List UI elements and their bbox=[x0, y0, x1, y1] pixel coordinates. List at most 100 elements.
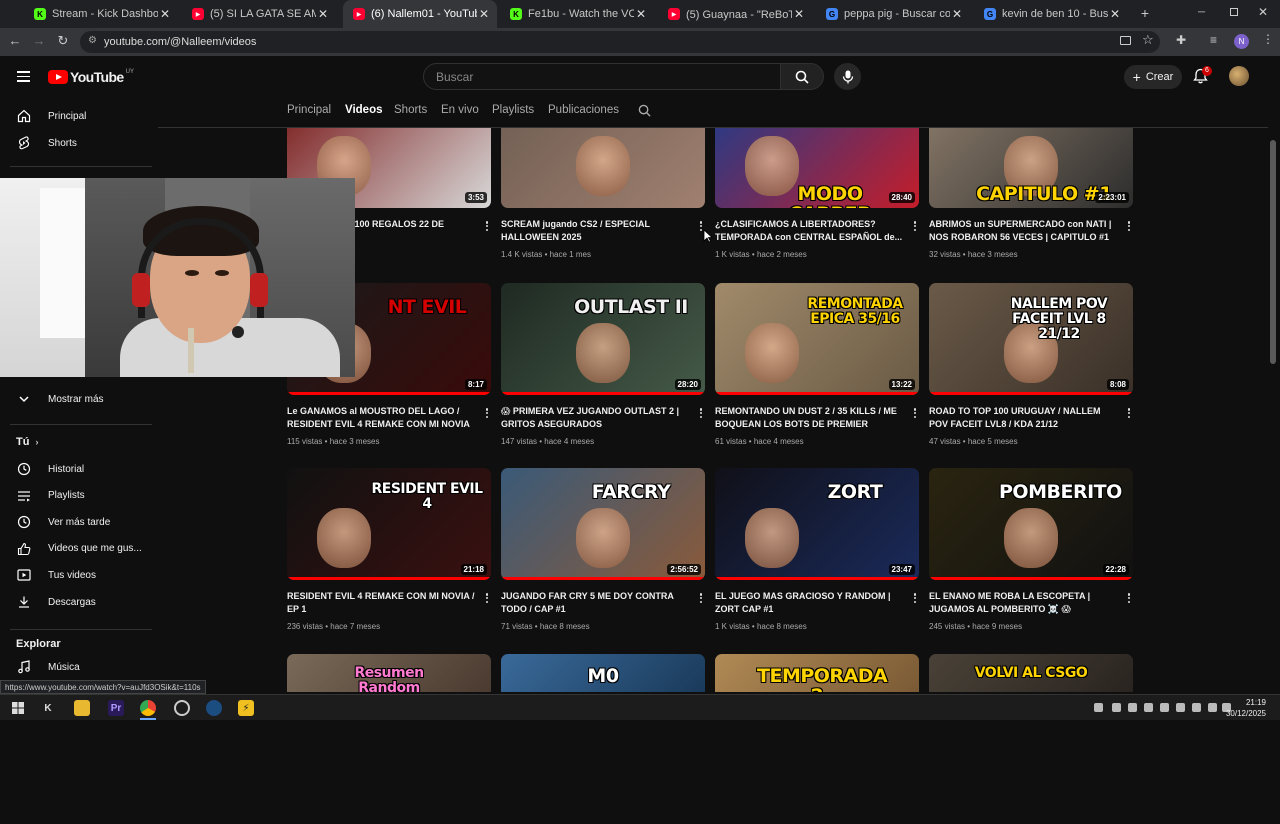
tray-icon[interactable] bbox=[1176, 703, 1185, 712]
video-more-options-icon[interactable] bbox=[1125, 220, 1133, 232]
video-thumbnail[interactable]: MODO CARRER 28:40 bbox=[715, 128, 919, 208]
video-thumbnail[interactable]: RESIDENT EVIL 4 21:18 bbox=[287, 468, 491, 580]
video-card[interactable]: OUTLAST II 28:20 😱 PRIMERA VEZ JUGANDO OUT… bbox=[501, 283, 705, 453]
tray-icon[interactable] bbox=[1144, 703, 1153, 712]
tab-close-icon[interactable]: ✕ bbox=[950, 7, 964, 21]
windows-start-icon[interactable] bbox=[10, 700, 26, 716]
page-scrollbar[interactable] bbox=[1270, 140, 1276, 364]
browser-tab[interactable]: Gkevin de ben 10 - Buscar con G✕ bbox=[974, 0, 1128, 28]
video-card[interactable]: CAPITULO #1 2:23:01 ABRIMOS un SUPERMERCAD… bbox=[929, 128, 1133, 266]
tray-icon[interactable] bbox=[1128, 703, 1137, 712]
wifi-icon[interactable] bbox=[1208, 703, 1217, 712]
browser-tab[interactable]: ▶ (5) Guaynaa - "ReBoTa" 🧡 - Yo✕ bbox=[658, 0, 812, 28]
video-thumbnail[interactable]: OUTLAST II 28:20 bbox=[501, 283, 705, 395]
video-thumbnail[interactable]: CAPITULO #1 2:23:01 bbox=[929, 128, 1133, 208]
chrome-icon[interactable] bbox=[140, 700, 156, 716]
tray-icon[interactable] bbox=[1192, 703, 1201, 712]
youtube-logo[interactable]: YouTube UY bbox=[48, 69, 134, 85]
tab-close-icon[interactable]: ✕ bbox=[316, 7, 330, 21]
video-thumbnail[interactable]: TEMPORADA 2 bbox=[715, 654, 919, 692]
browser-tab[interactable]: K Stream - Kick Dashboard✕ bbox=[24, 0, 178, 28]
channel-search-icon[interactable] bbox=[638, 104, 651, 122]
video-card[interactable]: VOLVI AL CSGO bbox=[929, 654, 1133, 692]
video-thumbnail[interactable]: NALLEM POV FACEIT LVL 8 21/12 8:08 bbox=[929, 283, 1133, 395]
video-card[interactable]: POMBERITO 22:28 EL ENANO ME ROBA LA ESCOPE… bbox=[929, 468, 1133, 638]
obs-icon[interactable] bbox=[174, 700, 190, 716]
close-window-icon[interactable]: ✕ bbox=[1258, 5, 1268, 19]
video-title[interactable]: JUGANDO FAR CRY 5 ME DOY CONTRA TODO / C… bbox=[501, 590, 689, 616]
video-more-options-icon[interactable] bbox=[1125, 592, 1133, 604]
video-thumbnail[interactable]: FARCRY 2:56:52 bbox=[501, 468, 705, 580]
video-more-options-icon[interactable] bbox=[1125, 407, 1133, 419]
video-card[interactable]: M0 bbox=[501, 654, 705, 692]
tray-icon[interactable] bbox=[1112, 703, 1121, 712]
search-input[interactable]: Buscar bbox=[423, 63, 781, 90]
video-title[interactable]: ¿CLASIFICAMOS A LIBERTADORES? TEMPORADA … bbox=[715, 218, 903, 244]
video-thumbnail[interactable]: Resumen Random bbox=[287, 654, 491, 692]
cast-icon[interactable] bbox=[1120, 36, 1131, 45]
video-title[interactable]: RESIDENT EVIL 4 REMAKE CON MI NOVIA / EP… bbox=[287, 590, 475, 616]
media-icon[interactable]: ≡ bbox=[1210, 33, 1217, 47]
browser-tab[interactable]: K Fe1bu - Watch the VOD on Kic✕ bbox=[500, 0, 654, 28]
video-more-options-icon[interactable] bbox=[483, 407, 491, 419]
bookmark-star-icon[interactable]: ☆ bbox=[1142, 32, 1154, 48]
tab-playlists[interactable]: Playlists bbox=[492, 104, 534, 116]
video-thumbnail[interactable]: REMONTADA EPICA 35/16 13:22 bbox=[715, 283, 919, 395]
tab-shorts[interactable]: Shorts bbox=[394, 104, 427, 116]
tab-publicaciones[interactable]: Publicaciones bbox=[548, 104, 619, 116]
sidebar-item-principal[interactable]: Principal bbox=[0, 103, 158, 129]
video-card[interactable]: RESIDENT EVIL 4 21:18 RESIDENT EVIL 4 REMA… bbox=[287, 468, 491, 638]
site-info-icon[interactable]: ⚙ bbox=[88, 36, 98, 46]
premiere-icon[interactable]: Pr bbox=[108, 700, 124, 716]
forward-icon[interactable]: → bbox=[30, 33, 48, 48]
video-card[interactable]: NALLEM POV FACEIT LVL 8 21/12 8:08 ROAD TO… bbox=[929, 283, 1133, 453]
tab-close-icon[interactable]: ✕ bbox=[1108, 7, 1122, 21]
video-more-options-icon[interactable] bbox=[697, 407, 705, 419]
tab-close-icon[interactable]: ✕ bbox=[477, 7, 491, 21]
guide-menu-icon[interactable] bbox=[17, 71, 30, 82]
tray-icon[interactable] bbox=[1094, 703, 1103, 712]
video-card[interactable]: ZORT 23:47 EL JUEGO MAS GRACIOSO Y RANDOM … bbox=[715, 468, 919, 638]
video-more-options-icon[interactable] bbox=[483, 220, 491, 232]
video-title[interactable]: ROAD TO TOP 100 URUGUAY / NALLEM POV FAC… bbox=[929, 405, 1117, 431]
tab-close-icon[interactable]: ✕ bbox=[792, 7, 806, 21]
video-title[interactable]: SCREAM jugando CS2 / ESPECIAL HALLOWEEN … bbox=[501, 218, 689, 244]
browser-tab[interactable]: ▶ (6) Nallem01 - YouTube ✕ bbox=[343, 0, 497, 28]
video-card[interactable]: TEMPORADA 2 bbox=[715, 654, 919, 692]
minimize-icon[interactable]: ─ bbox=[1198, 7, 1208, 18]
video-title[interactable]: REMONTANDO UN DUST 2 / 35 KILLS / ME BOQ… bbox=[715, 405, 903, 431]
tab-close-icon[interactable]: ✕ bbox=[634, 7, 648, 21]
video-more-options-icon[interactable] bbox=[697, 592, 705, 604]
notifications-button[interactable]: 6 bbox=[1193, 66, 1212, 86]
tab-principal[interactable]: Principal bbox=[287, 104, 331, 116]
browser-tab[interactable]: ▶ (5) SI LA GATA SE AMOTINAN -✕ bbox=[182, 0, 336, 28]
video-thumbnail[interactable]: VOLVI AL CSGO bbox=[929, 654, 1133, 692]
video-more-options-icon[interactable] bbox=[911, 592, 919, 604]
browser-tab[interactable]: Gpeppa pig - Buscar con Google✕ bbox=[816, 0, 970, 28]
restore-icon[interactable] bbox=[1230, 8, 1238, 16]
video-card[interactable]: MODO CARRER 28:40 ¿CLASIFICAMOS A LIBERTAD… bbox=[715, 128, 919, 266]
steam-icon[interactable] bbox=[206, 700, 222, 716]
back-icon[interactable]: ← bbox=[6, 33, 24, 48]
video-card[interactable]: Resumen Random bbox=[287, 654, 491, 692]
tab-en-vivo[interactable]: En vivo bbox=[441, 104, 479, 116]
app-icon[interactable]: ⚡ bbox=[238, 700, 254, 716]
extensions-icon[interactable]: ✚ bbox=[1176, 33, 1186, 47]
video-thumbnail[interactable]: ZORT 23:47 bbox=[715, 468, 919, 580]
video-title[interactable]: Le GANAMOS al MOUSTRO DEL LAGO / RESIDEN… bbox=[287, 405, 475, 431]
video-title[interactable]: EL ENANO ME ROBA LA ESCOPETA | JUGAMOS A… bbox=[929, 590, 1117, 616]
video-title[interactable]: EL JUEGO MAS GRACIOSO Y RANDOM | ZORT CA… bbox=[715, 590, 903, 616]
new-tab-icon[interactable]: + bbox=[1138, 6, 1152, 20]
account-avatar[interactable] bbox=[1229, 66, 1249, 86]
video-card[interactable]: REMONTADA EPICA 35/16 13:22 REMONTANDO UN … bbox=[715, 283, 919, 453]
kick-app-icon[interactable]: K bbox=[40, 700, 56, 716]
url-bar[interactable]: ⚙ youtube.com/@Nalleem/videos bbox=[80, 31, 1160, 53]
video-card[interactable]: SCREAM jugando CS2 / ESPECIAL HALLOWEEN … bbox=[501, 128, 705, 266]
file-explorer-icon[interactable] bbox=[74, 700, 90, 716]
profile-avatar[interactable]: N bbox=[1234, 34, 1249, 49]
video-more-options-icon[interactable] bbox=[911, 407, 919, 419]
video-more-options-icon[interactable] bbox=[911, 220, 919, 232]
tray-icon[interactable] bbox=[1160, 703, 1169, 712]
video-more-options-icon[interactable] bbox=[483, 592, 491, 604]
search-button[interactable] bbox=[780, 63, 824, 90]
